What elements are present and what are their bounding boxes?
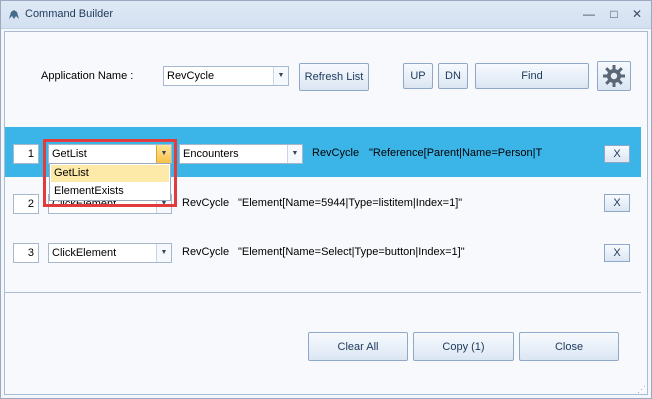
remove-row-button[interactable]: X bbox=[604, 145, 630, 163]
up-label: UP bbox=[410, 70, 426, 82]
row-selector-text: "Element[Name=5944|Type=listitem|Index=1… bbox=[238, 197, 463, 209]
application-name-select[interactable]: RevCycle ▼ bbox=[163, 66, 289, 86]
row-index[interactable]: 1 bbox=[13, 144, 39, 164]
copy-button[interactable]: Copy (1) bbox=[413, 332, 514, 361]
clear-all-button[interactable]: Clear All bbox=[308, 332, 408, 361]
chevron-down-icon[interactable]: ▼ bbox=[287, 145, 302, 163]
row-app-name: RevCycle bbox=[182, 197, 230, 209]
minimize-button[interactable]: — bbox=[579, 5, 599, 23]
remove-row-button[interactable]: X bbox=[604, 244, 630, 262]
gear-icon bbox=[603, 65, 625, 87]
find-button[interactable]: Find bbox=[475, 63, 589, 89]
close-label: Close bbox=[554, 340, 584, 353]
row-app-name: RevCycle bbox=[182, 246, 230, 258]
chevron-down-icon[interactable]: ▼ bbox=[156, 244, 171, 262]
up-button[interactable]: UP bbox=[403, 63, 433, 89]
target-select[interactable]: Encounters ▼ bbox=[179, 144, 303, 164]
row-selector-text: "Reference[Parent|Name=Person|T bbox=[369, 147, 543, 159]
row-index[interactable]: 2 bbox=[13, 194, 39, 214]
row-app-name: RevCycle bbox=[312, 147, 360, 159]
refresh-list-button[interactable]: Refresh List bbox=[299, 63, 369, 91]
highlight-annotation bbox=[43, 139, 177, 207]
clear-all-label: Clear All bbox=[337, 340, 379, 353]
find-label: Find bbox=[521, 70, 543, 82]
close-window-button[interactable]: ✕ bbox=[627, 5, 647, 23]
close-button[interactable]: Close bbox=[519, 332, 619, 361]
refresh-list-label: Refresh List bbox=[304, 71, 364, 83]
command-builder-window: Command Builder — □ ✕ Application Name :… bbox=[0, 0, 652, 399]
copy-label: Copy (1) bbox=[442, 340, 485, 353]
settings-button[interactable] bbox=[597, 61, 631, 91]
window-title: Command Builder bbox=[25, 8, 114, 20]
application-name-value: RevCycle bbox=[167, 70, 215, 82]
dn-button[interactable]: DN bbox=[438, 63, 468, 89]
chevron-down-icon[interactable]: ▼ bbox=[273, 67, 288, 85]
remove-row-button[interactable]: X bbox=[604, 194, 630, 212]
command-value: ClickElement bbox=[52, 247, 117, 259]
resize-grip-icon[interactable]: ⋰ bbox=[637, 384, 647, 394]
target-value: Encounters bbox=[183, 148, 239, 160]
application-name-label: Application Name : bbox=[41, 70, 134, 82]
title-bar[interactable]: Command Builder — □ ✕ bbox=[1, 1, 651, 29]
command-select[interactable]: ClickElement ▼ bbox=[48, 243, 172, 263]
divider bbox=[5, 292, 641, 293]
dn-label: DN bbox=[445, 70, 461, 82]
maximize-button[interactable]: □ bbox=[604, 5, 624, 23]
row-index[interactable]: 3 bbox=[13, 243, 39, 263]
app-icon bbox=[9, 10, 19, 19]
row-selector-text: "Element[Name=Select|Type=button|Index=1… bbox=[238, 246, 465, 258]
